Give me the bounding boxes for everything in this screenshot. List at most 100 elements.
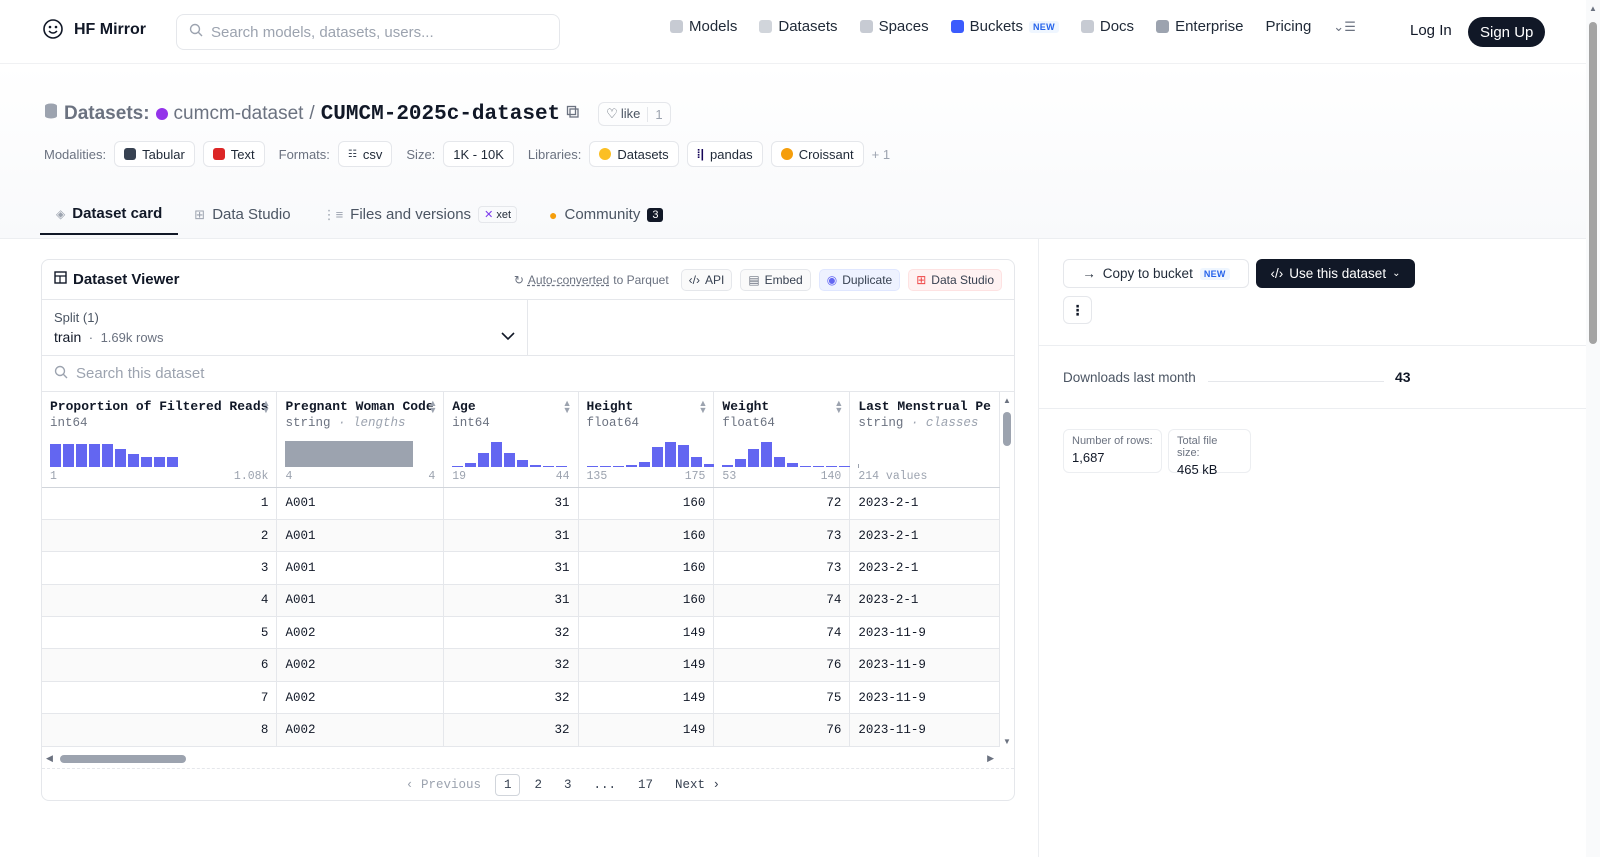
copy-to-bucket-button[interactable]: → Copy to bucket NEW bbox=[1063, 259, 1249, 288]
table-cell[interactable]: 1 bbox=[42, 487, 278, 520]
table-cell[interactable]: 149 bbox=[578, 681, 715, 715]
histogram-bar[interactable] bbox=[167, 456, 178, 467]
histogram-bar[interactable] bbox=[638, 461, 650, 467]
histogram-bar[interactable] bbox=[813, 465, 825, 467]
histogram-bar[interactable] bbox=[63, 443, 74, 467]
column-header[interactable]: Weight float64 ▲ ▼ 53 140 bbox=[713, 392, 851, 488]
table-cell[interactable]: 31 bbox=[443, 584, 579, 618]
table-cell[interactable]: 31 bbox=[443, 519, 579, 553]
table-cell[interactable]: 149 bbox=[578, 648, 715, 682]
histogram-bar[interactable] bbox=[517, 459, 529, 467]
histogram-bar[interactable] bbox=[625, 464, 637, 467]
table-cell[interactable]: 74 bbox=[713, 616, 851, 650]
previous-button[interactable]: ‹ Previous bbox=[398, 775, 489, 795]
sort-icon[interactable]: ▲ ▼ bbox=[428, 399, 437, 415]
histogram-bar[interactable] bbox=[664, 441, 676, 467]
nav-enterprise[interactable]: Enterprise bbox=[1156, 18, 1243, 35]
sort-icon[interactable]: ▲ ▼ bbox=[563, 399, 572, 415]
table-cell[interactable]: 76 bbox=[713, 648, 851, 682]
more-options-button[interactable]: ⋮ bbox=[1063, 296, 1092, 324]
histogram-bar[interactable] bbox=[599, 465, 611, 467]
table-cell[interactable]: 160 bbox=[578, 487, 715, 520]
table-cell[interactable]: A001 bbox=[276, 584, 445, 618]
histogram-bar[interactable] bbox=[556, 465, 568, 467]
table-cell[interactable]: 5 bbox=[42, 616, 278, 650]
table-cell[interactable]: 73 bbox=[713, 519, 851, 553]
nav-menu-button[interactable]: ⌄☰ bbox=[1333, 19, 1356, 35]
table-cell[interactable]: 2023-11-9 bbox=[849, 648, 1000, 682]
search-input[interactable]: Search models, datasets, users... bbox=[176, 14, 560, 50]
histogram-bar[interactable] bbox=[504, 452, 516, 467]
table-cell[interactable]: 2023-11-9 bbox=[849, 616, 1000, 650]
like-button[interactable]: ♡ like 1 bbox=[598, 102, 671, 126]
table-cell[interactable]: 32 bbox=[443, 713, 579, 747]
tag-croissant[interactable]: Croissant bbox=[770, 141, 864, 167]
page-2[interactable]: 2 bbox=[526, 775, 550, 795]
page-scroll-thumb[interactable] bbox=[1589, 22, 1597, 344]
table-cell[interactable]: 149 bbox=[578, 713, 715, 747]
table-cell[interactable]: A001 bbox=[276, 551, 445, 585]
table-cell[interactable]: 31 bbox=[443, 487, 579, 520]
histogram-bar[interactable] bbox=[102, 443, 113, 467]
histogram-bar[interactable] bbox=[115, 448, 126, 467]
table-cell[interactable]: 31 bbox=[443, 551, 579, 585]
histogram-bar[interactable] bbox=[612, 465, 624, 467]
histogram-bar[interactable] bbox=[690, 456, 702, 467]
histogram-bar[interactable] bbox=[735, 458, 747, 467]
sort-icon[interactable]: ▲ ▼ bbox=[699, 399, 708, 415]
tab-files[interactable]: ⋮≡ Files and versions ✕ xet bbox=[307, 194, 533, 235]
nav-docs[interactable]: Docs bbox=[1080, 18, 1134, 35]
histogram-bar[interactable] bbox=[50, 443, 61, 467]
column-header[interactable]: Proportion of Filtered Reads int64 ▲ ▼ 1 1.08… bbox=[42, 392, 278, 488]
auto-converted-link[interactable]: Auto-converted bbox=[528, 273, 609, 287]
scroll-right-icon[interactable]: ▶ bbox=[987, 753, 994, 764]
column-header[interactable]: Last Menstrual Pe string · classes 214 val… bbox=[849, 392, 1000, 488]
histogram-bar[interactable] bbox=[543, 465, 555, 467]
page-scrollbar[interactable]: ▲ bbox=[1586, 0, 1600, 857]
table-cell[interactable]: 32 bbox=[443, 616, 579, 650]
histogram-bar[interactable] bbox=[787, 462, 799, 467]
table-cell[interactable]: 2023-2-1 bbox=[849, 519, 1000, 553]
histogram-bar[interactable] bbox=[465, 462, 477, 467]
page-3[interactable]: 3 bbox=[556, 775, 580, 795]
histogram-bar[interactable] bbox=[285, 440, 414, 467]
table-cell[interactable]: A001 bbox=[276, 487, 445, 520]
vertical-scrollbar[interactable]: ▲ ▼ bbox=[1000, 392, 1014, 748]
tab-dataset-card[interactable]: ◈ Dataset card bbox=[40, 194, 179, 235]
more-tags[interactable]: + 1 bbox=[872, 147, 890, 162]
scroll-up-icon[interactable]: ▲ bbox=[1589, 4, 1597, 13]
table-cell[interactable]: 75 bbox=[713, 681, 851, 715]
histogram-bar[interactable] bbox=[89, 443, 100, 467]
nav-datasets[interactable]: Datasets bbox=[759, 18, 838, 35]
table-cell[interactable]: A002 bbox=[276, 713, 445, 747]
owner-link[interactable]: cumcm-dataset bbox=[174, 103, 304, 125]
copy-icon[interactable] bbox=[566, 103, 580, 125]
histogram-bar[interactable] bbox=[530, 464, 542, 467]
histogram-bar[interactable] bbox=[478, 452, 490, 467]
table-cell[interactable]: 6 bbox=[42, 648, 278, 682]
table-cell[interactable]: 2023-2-1 bbox=[849, 584, 1000, 618]
table-cell[interactable]: 160 bbox=[578, 551, 715, 585]
page-17[interactable]: 17 bbox=[630, 775, 661, 795]
scroll-thumb[interactable] bbox=[60, 755, 186, 763]
horizontal-scrollbar[interactable]: ◀ ▶ bbox=[42, 750, 1000, 766]
scroll-down-icon[interactable]: ▼ bbox=[1003, 737, 1011, 746]
table-cell[interactable]: 32 bbox=[443, 648, 579, 682]
data-studio-button[interactable]: ⊞ Data Studio bbox=[908, 268, 1002, 291]
scroll-left-icon[interactable]: ◀ bbox=[46, 753, 53, 764]
histogram-bar[interactable] bbox=[651, 446, 663, 467]
login-link[interactable]: Log In bbox=[1410, 22, 1452, 39]
scroll-up-icon[interactable]: ▲ bbox=[1003, 396, 1011, 405]
table-cell[interactable]: A002 bbox=[276, 681, 445, 715]
histogram-bar[interactable] bbox=[774, 456, 786, 467]
table-cell[interactable]: 160 bbox=[578, 519, 715, 553]
embed-button[interactable]: ▤ Embed bbox=[740, 268, 811, 291]
nav-pricing[interactable]: Pricing bbox=[1265, 18, 1311, 35]
table-cell[interactable]: 76 bbox=[713, 713, 851, 747]
table-cell[interactable]: A002 bbox=[276, 616, 445, 650]
table-cell[interactable]: 2023-11-9 bbox=[849, 681, 1000, 715]
split-select[interactable]: Split (1) train · 1.69k rows bbox=[42, 300, 528, 355]
histogram-bar[interactable] bbox=[839, 465, 851, 467]
tag-datasets-lib[interactable]: Datasets bbox=[589, 141, 679, 167]
tag-text[interactable]: Text bbox=[202, 141, 265, 167]
